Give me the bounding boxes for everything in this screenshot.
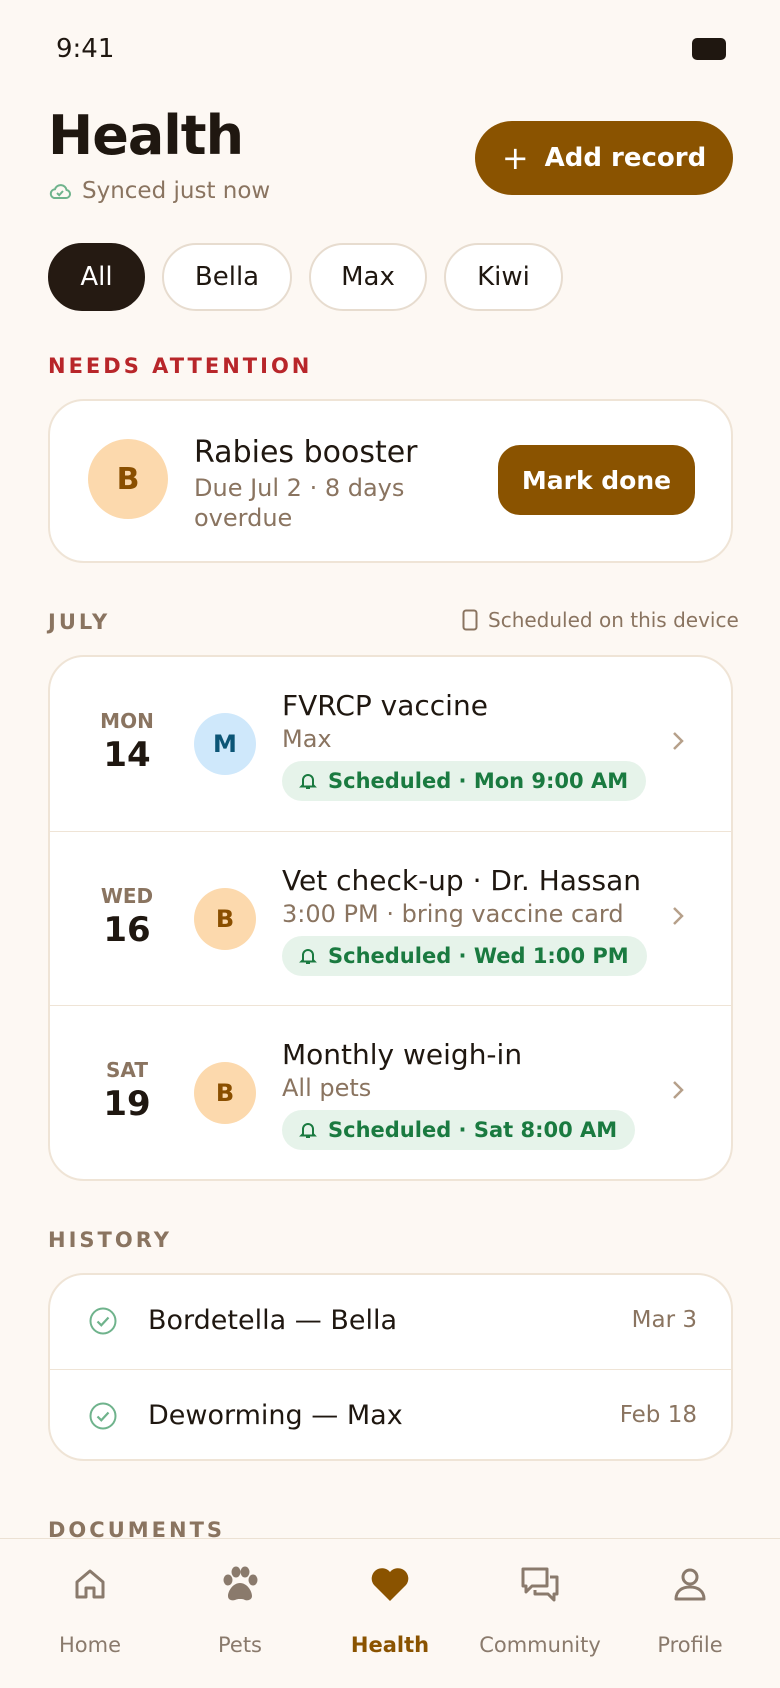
filter-chip-all[interactable]: All [48, 243, 145, 311]
event-day: WED [100, 884, 154, 908]
chevron-right-icon [673, 907, 684, 925]
history-title: Bordetella — Bella [148, 1305, 398, 1336]
event-title: Monthly weigh-in [282, 1038, 523, 1071]
sync-text: Synced just now [82, 178, 271, 204]
needs-attention-label: NEEDS ATTENTION [48, 354, 313, 378]
avatar: M [194, 713, 256, 775]
tab-label: Profile [657, 1633, 723, 1657]
history-label: HISTORY [48, 1228, 172, 1252]
cloud-check-icon [49, 184, 72, 200]
avatar: B [194, 888, 256, 950]
event-day: MON [100, 709, 154, 733]
chat-bubbles-icon [521, 1567, 559, 1602]
event-subtitle: All pets [282, 1074, 372, 1102]
tab-label: Health [350, 1633, 430, 1657]
reminder-text: Scheduled · Wed 1:00 PM [328, 944, 629, 968]
event-title: Vet check-up · Dr. Hassan [282, 864, 641, 897]
event-row[interactable]: WED 16 B Vet check-up · Dr. Hassan 3:00 … [50, 831, 731, 1005]
paw-icon [223, 1566, 258, 1601]
history-date: Feb 18 [619, 1402, 697, 1428]
check-circle-icon [89, 1402, 117, 1430]
month-label: JULY [48, 610, 111, 634]
plus-icon: + [501, 139, 529, 177]
attention-subtitle: Due Jul 2 · 8 days overdue [194, 474, 405, 532]
avatar: B [194, 1062, 256, 1124]
status-bar: 9:41 [0, 0, 780, 100]
event-date: 14 [103, 735, 151, 775]
chevron-right-icon [673, 1081, 684, 1099]
history-title: Deworming — Max [148, 1400, 403, 1431]
bell-icon [299, 949, 317, 964]
tab-label: Community [479, 1633, 601, 1657]
device-note: Scheduled on this device [462, 608, 739, 632]
status-time: 9:41 [56, 34, 115, 64]
filter-chip-max[interactable]: Max [309, 243, 427, 311]
needs-attention-card: B Rabies booster Due Jul 2 · 8 days over… [48, 399, 733, 563]
heart-icon [371, 1568, 409, 1601]
attention-title: Rabies booster [194, 435, 418, 470]
tab-community[interactable]: Community [465, 1539, 615, 1688]
schedule-card: MON 14 M FVRCP vaccine Max Scheduled · M… [48, 655, 733, 1181]
bell-icon [299, 1123, 317, 1138]
tab-pets[interactable]: Pets [165, 1539, 315, 1688]
mark-done-button[interactable]: Mark done [498, 445, 695, 515]
reminder-badge: Scheduled · Mon 9:00 AM [282, 761, 647, 801]
battery-icon [692, 38, 726, 60]
history-date: Mar 3 [631, 1307, 697, 1333]
reminder-badge: Scheduled · Sat 8:00 AM [282, 1110, 636, 1150]
history-card: Bordetella — Bella Mar 3 Deworming — Max… [48, 1273, 733, 1461]
event-day: SAT [106, 1058, 148, 1082]
bottom-tab-bar: Home Pets Health Community Profile [0, 1538, 780, 1688]
tab-home[interactable]: Home [15, 1539, 165, 1688]
pet-filter-chips: All Bella Max Kiwi [48, 243, 563, 311]
device-note-text: Scheduled on this device [488, 608, 739, 632]
tab-label: Home [58, 1633, 121, 1657]
add-record-button[interactable]: + Add record [475, 121, 733, 195]
tab-label: Pets [217, 1633, 262, 1657]
filter-chip-bella[interactable]: Bella [162, 243, 292, 311]
event-subtitle: 3:00 PM · bring vaccine card [282, 900, 624, 928]
event-date: 19 [103, 1084, 151, 1124]
avatar: B [88, 439, 168, 519]
reminder-badge: Scheduled · Wed 1:00 PM [282, 936, 647, 976]
page-title: Health [48, 104, 244, 167]
reminder-text: Scheduled · Mon 9:00 AM [328, 769, 629, 793]
person-icon [674, 1568, 706, 1601]
bell-icon [299, 774, 317, 789]
event-date: 16 [103, 910, 151, 950]
home-icon [75, 1569, 105, 1599]
tab-health[interactable]: Health [315, 1539, 465, 1688]
sync-status: Synced just now [48, 178, 270, 204]
check-circle-icon [89, 1307, 117, 1335]
history-item[interactable]: Deworming — Max Feb 18 [50, 1369, 731, 1459]
filter-chip-kiwi[interactable]: Kiwi [444, 243, 563, 311]
chevron-right-icon [673, 732, 684, 750]
tab-profile[interactable]: Profile [615, 1539, 765, 1688]
event-title: FVRCP vaccine [282, 689, 488, 722]
phone-icon [462, 609, 478, 631]
history-item[interactable]: Bordetella — Bella Mar 3 [50, 1275, 731, 1369]
event-subtitle: Max [282, 725, 332, 753]
reminder-text: Scheduled · Sat 8:00 AM [328, 1118, 618, 1142]
event-row[interactable]: SAT 19 B Monthly weigh-in All pets Sched… [50, 1005, 731, 1179]
event-row[interactable]: MON 14 M FVRCP vaccine Max Scheduled · M… [50, 657, 731, 831]
add-record-label: Add record [544, 143, 707, 173]
